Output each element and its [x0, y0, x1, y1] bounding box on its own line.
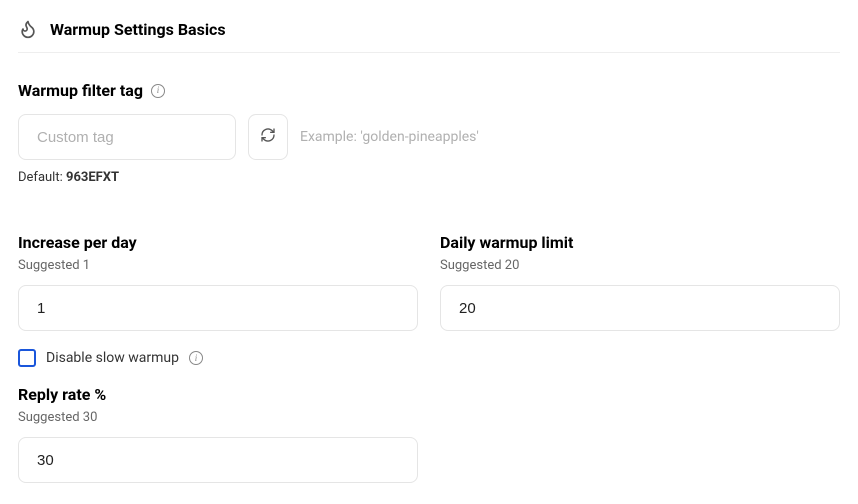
info-icon[interactable]: i — [189, 351, 203, 365]
filter-tag-label: Warmup filter tag — [18, 81, 143, 100]
filter-default-value: 963EFXT — [66, 170, 119, 185]
section-header: Warmup Settings Basics — [18, 18, 840, 53]
filter-tag-row: Example: 'golden-pineapples' — [18, 114, 840, 160]
disable-slow-warmup-row: Disable slow warmup i — [18, 349, 418, 367]
filter-default-label: Default: — [18, 170, 66, 185]
increase-per-day-label: Increase per day — [18, 233, 418, 252]
increase-suggested-text: Suggested 1 — [18, 258, 418, 273]
regenerate-button[interactable] — [248, 114, 288, 160]
filter-default-text: Default: 963EFXT — [18, 170, 840, 185]
daily-warmup-limit-block: Daily warmup limit Suggested 20 — [440, 233, 840, 331]
numeric-fields-row: Increase per day Suggested 1 Disable slo… — [18, 233, 840, 483]
limit-suggested-text: Suggested 20 — [440, 258, 840, 273]
disable-slow-warmup-label: Disable slow warmup — [46, 350, 179, 366]
flame-icon — [18, 18, 38, 40]
reply-rate-block: Reply rate % Suggested 30 — [18, 385, 418, 483]
reply-suggested-text: Suggested 30 — [18, 410, 418, 425]
disable-slow-warmup-checkbox[interactable] — [18, 349, 36, 367]
left-column: Increase per day Suggested 1 Disable slo… — [18, 233, 418, 483]
daily-warmup-limit-label: Daily warmup limit — [440, 233, 840, 252]
increase-per-day-input[interactable] — [18, 285, 418, 331]
filter-example-text: Example: 'golden-pineapples' — [300, 129, 479, 145]
filter-label-row: Warmup filter tag i — [18, 81, 840, 100]
reply-rate-label: Reply rate % — [18, 385, 418, 404]
daily-warmup-limit-input[interactable] — [440, 285, 840, 331]
custom-tag-input[interactable] — [18, 114, 236, 160]
right-column: Daily warmup limit Suggested 20 — [440, 233, 840, 483]
reply-rate-input[interactable] — [18, 437, 418, 483]
section-title: Warmup Settings Basics — [50, 20, 226, 39]
info-icon[interactable]: i — [151, 84, 165, 98]
refresh-icon — [260, 127, 276, 147]
increase-per-day-block: Increase per day Suggested 1 — [18, 233, 418, 331]
